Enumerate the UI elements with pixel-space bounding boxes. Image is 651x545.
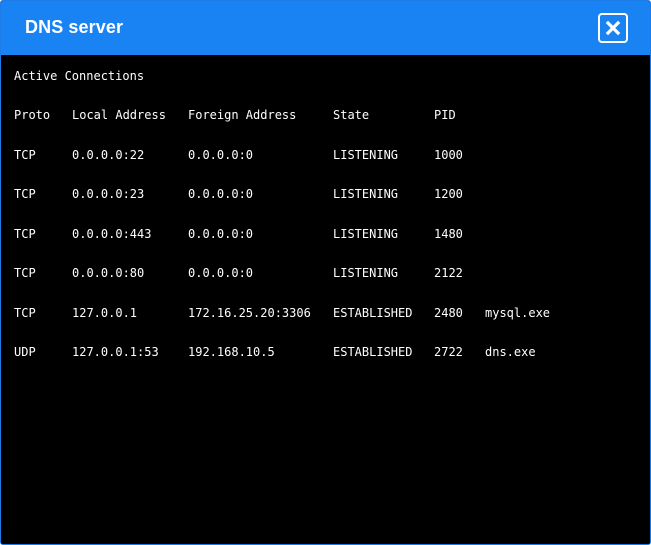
pid-cell: 1000 (434, 148, 463, 162)
local-address-cell: 0.0.0.0:80 (72, 266, 145, 280)
pid-cell: 2122 (434, 266, 463, 280)
proto-cell: TCP (14, 148, 36, 162)
foreign-address-cell: 0.0.0.0:0 (188, 187, 254, 201)
table-header-row: Proto Local Address Foreign Address Stat… (1, 107, 650, 123)
pid-cell: 2722 (434, 345, 463, 359)
proto-cell: UDP (14, 345, 36, 359)
table-row: TCP 0.0.0.0:22 0.0.0.0:0 LISTENING 1000 (1, 147, 650, 163)
pid-cell: 1480 (434, 227, 463, 241)
state-cell: LISTENING (333, 266, 399, 280)
table-row: TCP 0.0.0.0:443 0.0.0.0:0 LISTENING 1480 (1, 226, 650, 242)
table-row: TCP 0.0.0.0:80 0.0.0.0:0 LISTENING 2122 (1, 265, 650, 281)
state-cell: ESTABLISHED (333, 345, 413, 359)
table-row: TCP 127.0.0.1 172.16.25.20:3306 ESTABLIS… (1, 305, 650, 321)
header-local-address: Local Address (72, 108, 166, 122)
header-foreign-address: Foreign Address (188, 108, 297, 122)
header-pid: PID (434, 108, 456, 122)
local-address-cell: 127.0.0.1:53 (72, 345, 159, 359)
state-cell: LISTENING (333, 187, 399, 201)
close-button[interactable] (598, 13, 628, 43)
table-row: UDP 127.0.0.1:53 192.168.10.5 ESTABLISHE… (1, 344, 650, 360)
local-address-cell: 0.0.0.0:23 (72, 187, 145, 201)
window-title: DNS server (25, 17, 124, 37)
proto-cell: TCP (14, 306, 36, 320)
pid-cell: 1200 (434, 187, 463, 201)
foreign-address-cell: 0.0.0.0:0 (188, 266, 254, 280)
process-cell: dns.exe (485, 345, 536, 359)
foreign-address-cell: 172.16.25.20:3306 (188, 306, 311, 320)
process-cell: mysql.exe (485, 306, 551, 320)
proto-cell: TCP (14, 227, 36, 241)
header-proto: Proto (14, 108, 51, 122)
state-cell: LISTENING (333, 227, 399, 241)
local-address-cell: 127.0.0.1 (72, 306, 138, 320)
pid-cell: 2480 (434, 306, 463, 320)
table-row: TCP 0.0.0.0:23 0.0.0.0:0 LISTENING 1200 (1, 186, 650, 202)
header-state: State (333, 108, 370, 122)
foreign-address-cell: 0.0.0.0:0 (188, 227, 254, 241)
connections-heading: Active Connections (14, 69, 145, 83)
state-cell: LISTENING (333, 148, 399, 162)
title-bar: DNS server (1, 1, 650, 55)
proto-cell: TCP (14, 266, 36, 280)
dns-server-window: DNS server Active Connections Proto Loca… (0, 0, 651, 545)
terminal-output: Active Connections Proto Local Address F… (1, 55, 650, 544)
close-icon (605, 20, 621, 36)
proto-cell: TCP (14, 187, 36, 201)
local-address-cell: 0.0.0.0:22 (72, 148, 145, 162)
foreign-address-cell: 192.168.10.5 (188, 345, 275, 359)
state-cell: ESTABLISHED (333, 306, 413, 320)
local-address-cell: 0.0.0.0:443 (72, 227, 152, 241)
foreign-address-cell: 0.0.0.0:0 (188, 148, 254, 162)
